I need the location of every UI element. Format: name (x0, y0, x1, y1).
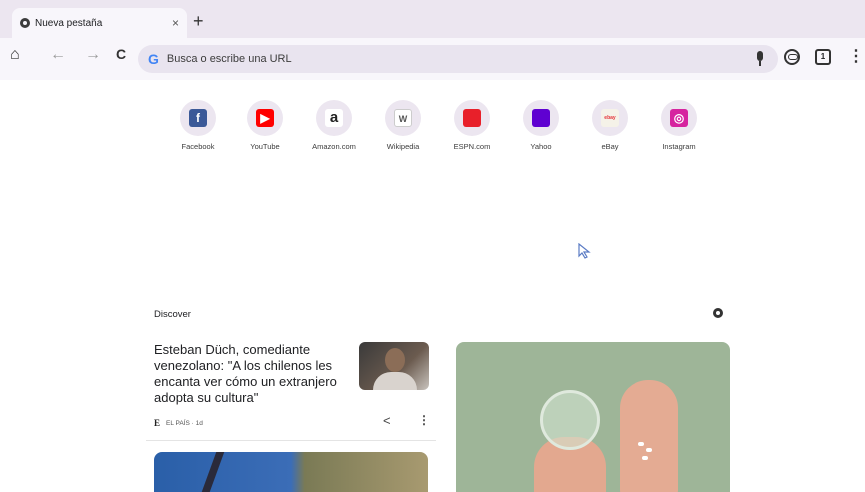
el-pais-logo-icon: E (154, 418, 161, 428)
address-bar[interactable]: G Busca o escribe una URL (138, 45, 778, 73)
shortcut-icon: W (385, 100, 421, 136)
shortcut-icon (454, 100, 490, 136)
amazon-com-logo-icon: a (325, 109, 343, 127)
news-source-label: EL PAÍS · 1d (166, 419, 203, 427)
microphone-icon[interactable] (752, 49, 768, 69)
ebay-logo-icon: ebay (601, 109, 619, 127)
divider (146, 440, 436, 441)
shortcut-label: Facebook (181, 142, 215, 151)
shortcut-youtube[interactable]: ▶ YouTube (230, 100, 300, 151)
chrome-favicon-icon (20, 18, 30, 28)
mouse-cursor-icon (578, 243, 591, 259)
incognito-icon[interactable] (784, 49, 800, 65)
address-input[interactable]: Busca o escribe una URL (167, 53, 752, 65)
shortcut-label: Instagram (662, 142, 696, 151)
shortcut-label: Wikipedia (386, 142, 420, 151)
shortcut-ebay[interactable]: ebay eBay (575, 100, 645, 151)
shortcut-label: YouTube (250, 142, 280, 151)
shortcut-label: eBay (601, 142, 619, 151)
shortcut-instagram[interactable]: ◎ Instagram (644, 100, 714, 151)
shortcut-wikipedia[interactable]: W Wikipedia (368, 100, 438, 151)
shortcut-facebook[interactable]: f Facebook (163, 100, 233, 151)
news-thumbnail (359, 342, 429, 390)
discover-title: Discover (154, 309, 191, 320)
share-icon[interactable]: < (383, 413, 391, 428)
close-tab-icon[interactable]: × (172, 16, 179, 30)
facebook-logo-icon: f (189, 109, 207, 127)
shortcut-yahoo[interactable]: Yahoo (506, 100, 576, 151)
reload-icon[interactable]: C (116, 46, 126, 62)
forward-icon[interactable]: → (85, 46, 101, 64)
instagram-logo-icon: ◎ (670, 109, 688, 127)
yahoo-logo-icon (532, 109, 550, 127)
wikipedia-logo-icon: W (394, 109, 412, 127)
espn-com-logo-icon (463, 109, 481, 127)
shortcut-icon: ebay (592, 100, 628, 136)
shortcut-label: Amazon.com (312, 142, 356, 151)
news-card[interactable]: Esteban Düch, comediante venezolano: "A … (146, 337, 436, 437)
tab-title: Nueva pestaña (35, 17, 103, 29)
shortcut-label: ESPN.com (453, 142, 491, 151)
shortcut-icon: ◎ (661, 100, 697, 136)
new-tab-button[interactable]: + (193, 11, 204, 32)
shortcut-icon: a (316, 100, 352, 136)
google-icon: G (148, 51, 159, 67)
tab-new-tab[interactable]: Nueva pestaña × (12, 8, 187, 38)
news-card-image[interactable] (154, 452, 428, 492)
more-options-icon[interactable]: ⋮ (418, 413, 430, 427)
shortcut-label: Yahoo (530, 142, 552, 151)
menu-icon[interactable]: ⋮ (848, 46, 864, 65)
tab-switcher-button[interactable]: 1 (815, 49, 831, 65)
news-headline[interactable]: Esteban Düch, comediante venezolano: "A … (154, 342, 349, 406)
shortcut-espn-com[interactable]: ESPN.com (437, 100, 507, 151)
shortcut-tiles: f Facebook ▶ YouTube a Amazon.com W Wikipedia ES… (180, 100, 700, 160)
shortcut-amazon-com[interactable]: a Amazon.com (299, 100, 369, 151)
home-icon[interactable]: ⌂ (10, 46, 20, 64)
shortcut-icon: ▶ (247, 100, 283, 136)
youtube-logo-icon: ▶ (256, 109, 274, 127)
news-card-image-pills[interactable] (456, 342, 730, 492)
shortcut-icon (523, 100, 559, 136)
shortcut-icon: f (180, 100, 216, 136)
discover-settings-icon[interactable] (711, 306, 725, 320)
back-icon[interactable]: ← (50, 46, 66, 64)
tab-strip: Nueva pestaña × + (0, 0, 865, 42)
news-source: E EL PAÍS · 1d (154, 418, 203, 428)
